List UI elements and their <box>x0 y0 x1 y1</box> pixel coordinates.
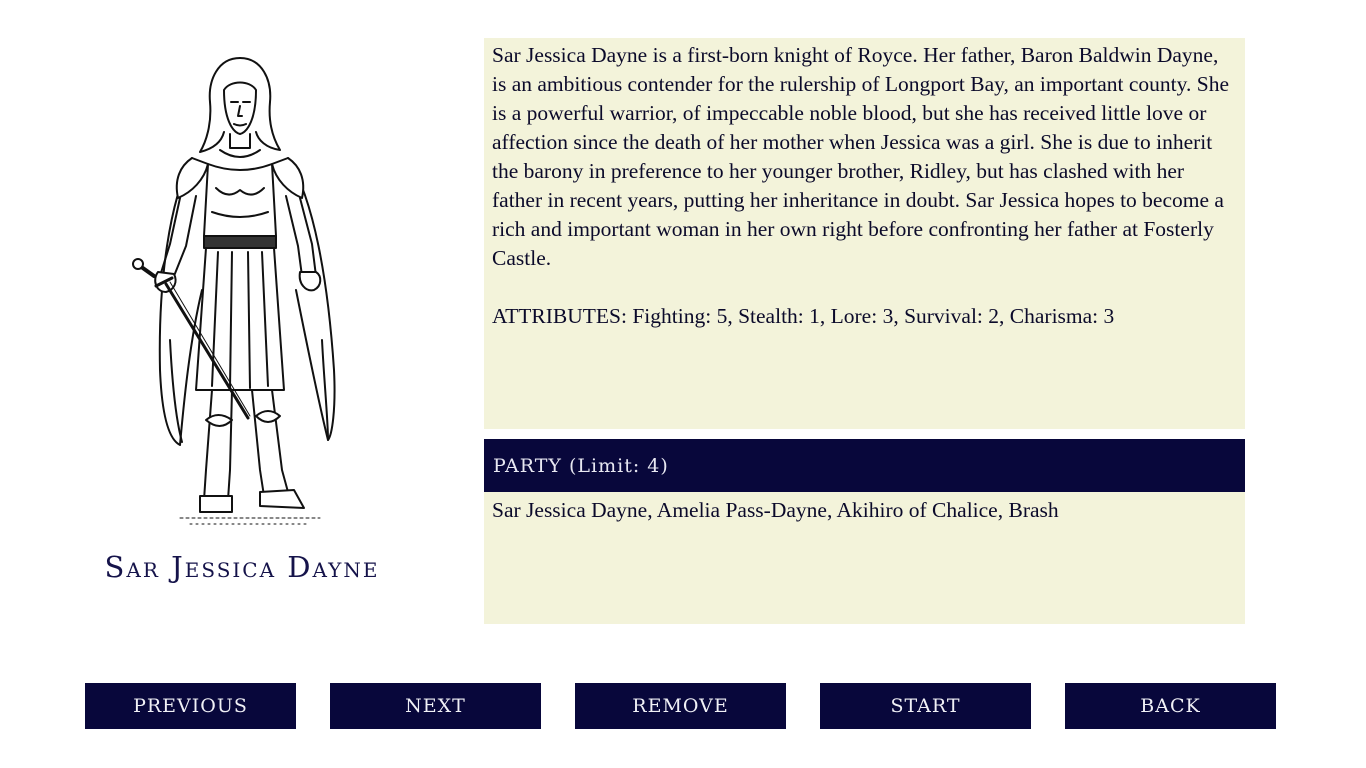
start-button-label: Start <box>890 695 961 717</box>
next-button[interactable]: Next <box>330 683 541 729</box>
next-button-label: Next <box>405 695 466 717</box>
character-attributes: ATTRIBUTES: Fighting: 5, Stealth: 1, Lor… <box>492 304 1115 328</box>
party-header-label: PARTY (Limit: 4) <box>493 454 669 477</box>
previous-button[interactable]: Previous <box>85 683 296 729</box>
party-header: PARTY (Limit: 4) <box>484 439 1245 492</box>
character-bio-panel: Sar Jessica Dayne is a first-born knight… <box>484 38 1245 429</box>
character-bio: Sar Jessica Dayne is a first-born knight… <box>492 43 1230 270</box>
start-button[interactable]: Start <box>820 683 1031 729</box>
back-button-label: Back <box>1140 695 1201 717</box>
remove-button[interactable]: Remove <box>575 683 786 729</box>
back-button[interactable]: Back <box>1065 683 1276 729</box>
knight-portrait-icon <box>132 57 336 525</box>
character-portrait <box>100 40 380 540</box>
previous-button-label: Previous <box>133 695 248 717</box>
remove-button-label: Remove <box>632 695 729 717</box>
character-name: Sar Jessica Dayne <box>104 550 380 584</box>
party-members: Sar Jessica Dayne, Amelia Pass-Dayne, Ak… <box>492 498 1059 522</box>
party-members-panel: Sar Jessica Dayne, Amelia Pass-Dayne, Ak… <box>484 492 1245 624</box>
